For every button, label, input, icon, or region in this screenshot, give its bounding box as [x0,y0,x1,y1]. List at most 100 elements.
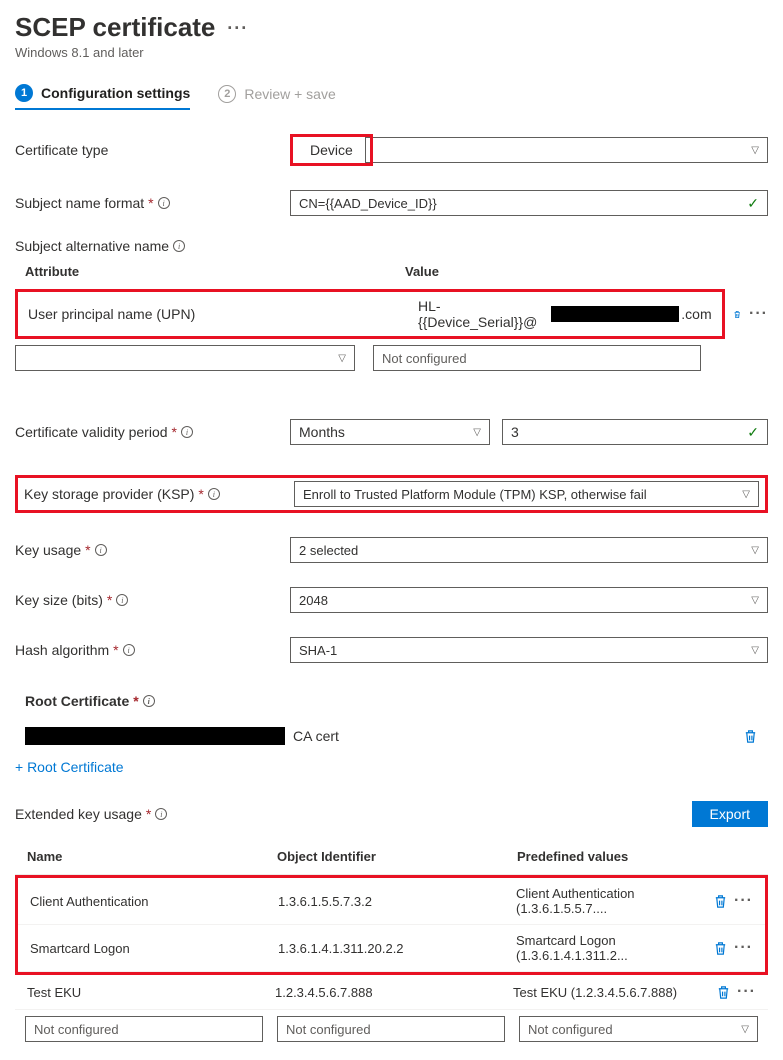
info-icon[interactable]: i [208,488,220,500]
row-subject-name-format: Subject name format * i CN={{AAD_Device_… [15,190,768,216]
label-validity: Certificate validity period * i [15,424,290,440]
info-icon[interactable]: i [143,695,155,707]
input-eku-oid[interactable]: Not configured [277,1016,505,1042]
eku-oid: 1.3.6.1.4.1.311.20.2.2 [278,941,516,956]
more-icon[interactable]: ··· [734,939,753,957]
redacted-text [551,306,680,322]
input-validity-value[interactable]: 3✓ [502,419,768,445]
select-key-usage[interactable]: 2 selected▽ [290,537,768,563]
tab-label: Configuration settings [41,85,190,101]
chevron-down-icon: ▽ [751,645,759,656]
select-hash[interactable]: SHA-1▽ [290,637,768,663]
eku-row: Client Authentication 1.3.6.1.5.5.7.3.2 … [18,878,765,925]
highlight-box: Client Authentication 1.3.6.1.5.5.7.3.2 … [15,875,768,975]
delete-icon[interactable] [716,985,731,1000]
eku-row: Smartcard Logon 1.3.6.1.4.1.311.20.2.2 S… [18,925,765,972]
tab-configuration-settings[interactable]: 1 Configuration settings [15,84,190,110]
eku-oid: 1.3.6.1.5.5.7.3.2 [278,894,516,909]
required-marker: * [198,486,203,502]
section-eku-header: Extended key usage * i Export [15,801,768,827]
check-icon: ✓ [747,195,759,212]
chevron-down-icon: ▽ [751,545,759,556]
row-ksp: Key storage provider (KSP) * i Enroll to… [15,475,768,513]
san-add-row: ▽ Not configured [15,345,768,371]
required-marker: * [113,642,118,658]
select-validity-unit[interactable]: Months▽ [290,419,490,445]
section-root-certificate: Root Certificate * i CA cert + Root Cert… [15,693,768,775]
row-key-usage: Key usage * i 2 selected▽ [15,537,768,563]
info-icon[interactable]: i [158,197,170,209]
required-marker: * [146,806,151,822]
col-predefined: Predefined values [517,849,756,864]
required-marker: * [85,542,90,558]
input-subject-name-format[interactable]: CN={{AAD_Device_ID}} ✓ [290,190,768,216]
export-button[interactable]: Export [692,801,768,827]
more-icon[interactable]: ··· [734,892,753,910]
san-attribute: User principal name (UPN) [28,306,418,322]
info-icon[interactable]: i [155,808,167,820]
label-ksp: Key storage provider (KSP) * i [24,486,294,502]
select-ksp[interactable]: Enroll to Trusted Platform Module (TPM) … [294,481,759,507]
tab-label: Review + save [244,86,335,102]
delete-icon[interactable] [713,894,728,909]
eku-row: Test EKU 1.2.3.4.5.6.7.888 Test EKU (1.2… [15,975,768,1010]
chevron-down-icon: ▽ [742,489,750,500]
wizard-tabs: 1 Configuration settings 2 Review + save [15,84,768,110]
row-hash-algorithm: Hash algorithm * i SHA-1▽ [15,637,768,663]
select-key-size[interactable]: 2048▽ [290,587,768,613]
row-validity-period: Certificate validity period * i Months▽ … [15,419,768,445]
eku-predefined: Client Authentication (1.3.6.1.5.5.7.... [516,886,713,916]
row-certificate-type: Certificate type Device ▽ [15,134,768,166]
delete-icon[interactable] [713,941,728,956]
required-marker: * [148,195,153,211]
section-san: Subject alternative name i Attribute Val… [15,238,768,371]
select-san-attribute[interactable]: ▽ [15,345,355,371]
row-key-size: Key size (bits) * i 2048▽ [15,587,768,613]
label-eku: Extended key usage * i [15,806,167,822]
selected-value: Device [296,140,367,160]
label-root-certificate: Root Certificate * i [15,693,768,709]
header-more-icon[interactable]: ··· [227,18,248,39]
required-marker: * [107,592,112,608]
chevron-down-icon: ▽ [741,1024,749,1035]
eku-predefined: Smartcard Logon (1.3.6.1.4.1.311.2... [516,933,713,963]
info-icon[interactable]: i [181,426,193,438]
page-header: SCEP certificate ··· Windows 8.1 and lat… [15,12,768,60]
chevron-down-icon: ▽ [338,353,346,364]
col-value: Value [405,264,758,279]
tab-review-save[interactable]: 2 Review + save [218,84,335,110]
tab-step-number: 1 [15,84,33,102]
eku-name: Client Authentication [30,894,278,909]
eku-table: Name Object Identifier Predefined values… [15,849,768,1048]
highlight-box: User principal name (UPN) HL-{{Device_Se… [15,289,725,339]
input-eku-name[interactable]: Not configured [25,1016,263,1042]
eku-table-header: Name Object Identifier Predefined values [15,849,768,875]
root-cert-suffix: CA cert [293,728,339,744]
info-icon[interactable]: i [116,594,128,606]
label-san: Subject alternative name i [15,238,768,254]
delete-icon[interactable] [743,729,758,744]
delete-icon[interactable] [733,307,741,322]
col-attribute: Attribute [25,264,405,279]
redacted-text [25,727,285,745]
root-certificate-item: CA cert [15,725,768,747]
label-certificate-type: Certificate type [15,142,290,158]
input-san-value[interactable]: Not configured [373,345,701,371]
chevron-down-icon: ▽ [473,427,481,438]
info-icon[interactable]: i [123,644,135,656]
page-subtitle: Windows 8.1 and later [15,45,768,60]
chevron-down-icon: ▽ [751,145,759,156]
more-icon[interactable]: ··· [749,305,768,323]
more-icon[interactable]: ··· [737,983,756,1001]
check-icon: ✓ [747,424,759,441]
eku-name: Smartcard Logon [30,941,278,956]
san-table-header: Attribute Value [15,264,768,279]
required-marker: * [172,424,177,440]
link-add-root-certificate[interactable]: + Root Certificate [15,759,768,775]
select-eku-predefined[interactable]: Not configured▽ [519,1016,758,1042]
select-certificate-type[interactable]: ▽ [365,137,768,163]
info-icon[interactable]: i [95,544,107,556]
eku-name: Test EKU [27,985,275,1000]
eku-predefined: Test EKU (1.2.3.4.5.6.7.888) [513,985,716,1000]
info-icon[interactable]: i [173,240,185,252]
